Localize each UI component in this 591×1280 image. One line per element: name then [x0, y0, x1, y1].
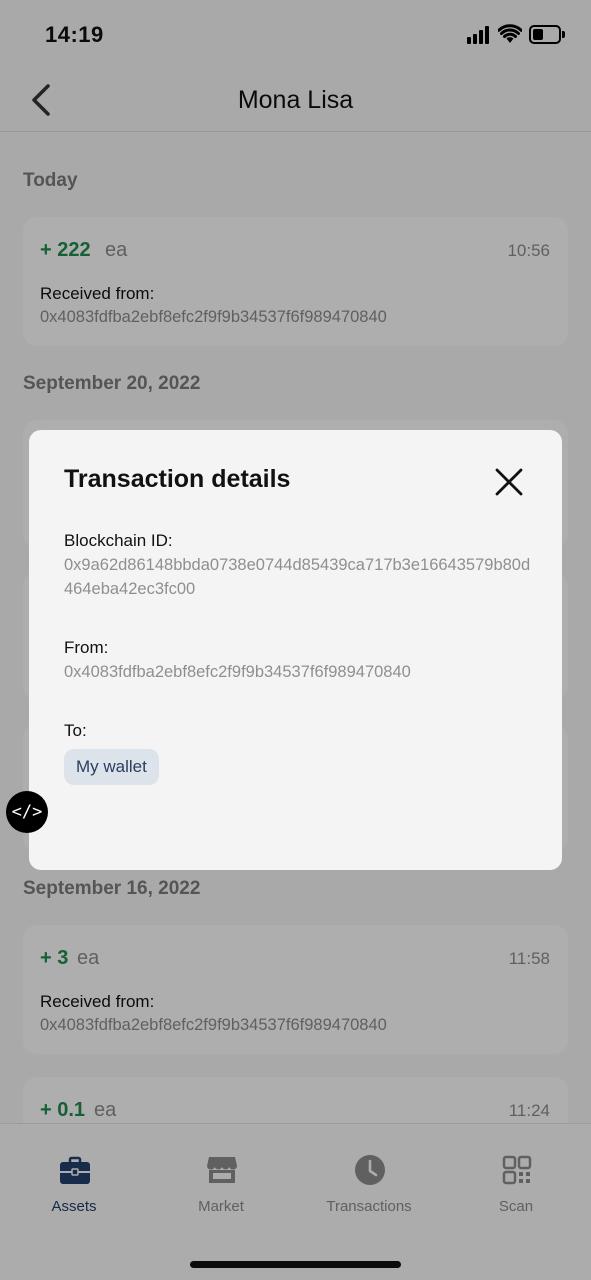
blockchain-id-label: Blockchain ID: [64, 531, 173, 550]
modal-title: Transaction details [64, 465, 291, 493]
blockchain-id-value: 0x9a62d86148bbda0738e0744d85439ca717b3e1… [64, 556, 531, 598]
transaction-details-modal: Transaction details Blockchain ID: 0x9a6… [29, 430, 562, 870]
close-icon[interactable] [491, 464, 527, 500]
from-label: From: [64, 638, 109, 657]
dev-tools-badge[interactable]: </> [6, 791, 48, 833]
to-wallet-chip[interactable]: My wallet [64, 749, 159, 785]
screen: 14:19 Mona Lisa Today + 222 ea 10:56 Rec… [0, 0, 591, 1280]
to-label: To: [64, 721, 87, 740]
from-address: 0x4083fdfba2ebf8efc2f9f9b34537f6f9894708… [64, 663, 411, 681]
